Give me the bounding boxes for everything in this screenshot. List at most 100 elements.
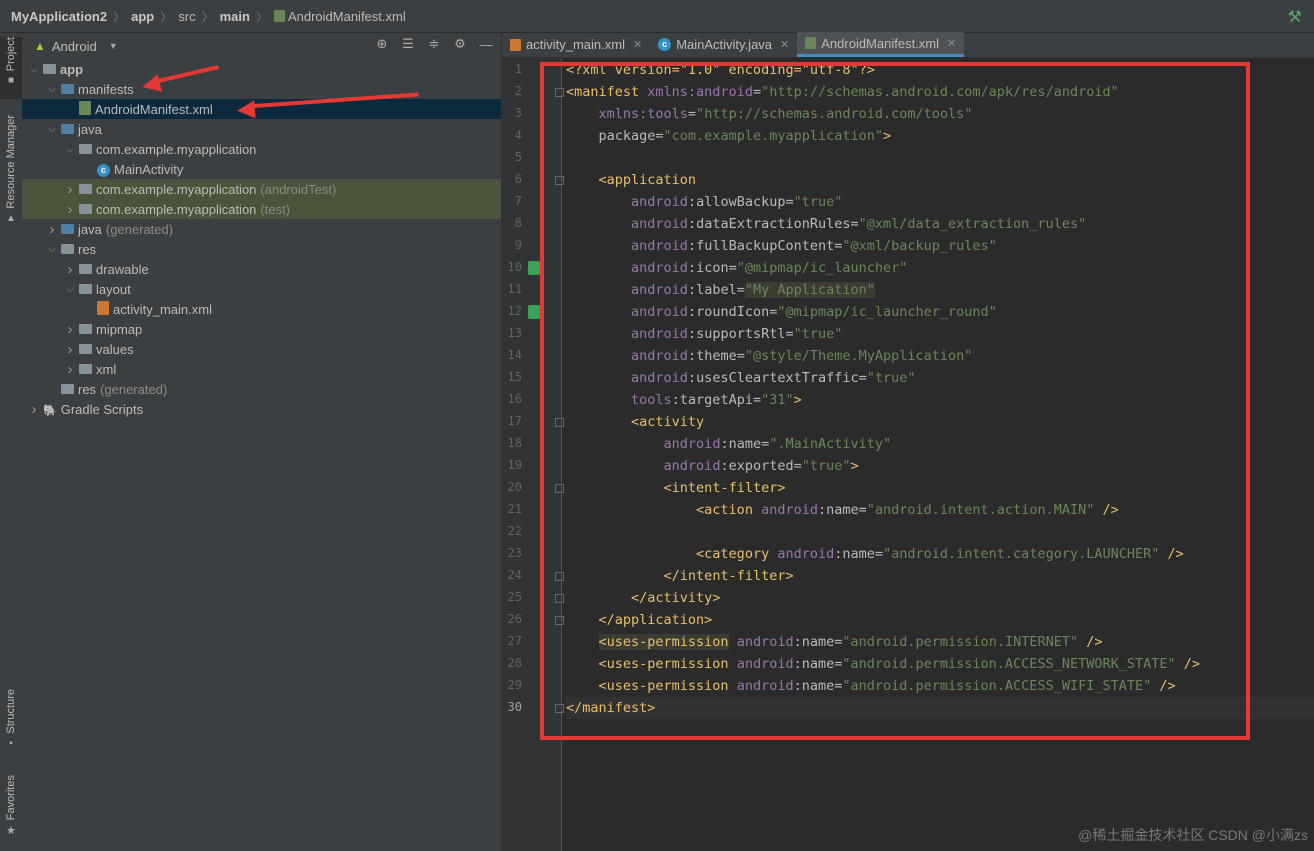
android-icon: ▲ bbox=[34, 39, 46, 53]
tree-item[interactable]: › com.example.myapplication (androidTest) bbox=[22, 179, 501, 199]
folder-icon bbox=[79, 262, 92, 277]
folder-icon bbox=[79, 182, 92, 197]
hide-panel-icon[interactable]: — bbox=[479, 37, 493, 52]
collapse-all-icon[interactable]: ≑ bbox=[427, 36, 441, 51]
layout-xml-icon bbox=[97, 300, 109, 318]
chevron-down-icon[interactable]: ⌵ bbox=[64, 144, 76, 155]
tab-android-manifest-xml[interactable]: AndroidManifest.xml ✕ bbox=[797, 32, 965, 57]
line-number: 1 bbox=[514, 62, 522, 76]
image-preview-icon[interactable] bbox=[528, 305, 540, 319]
left-tool-strip: Project ■ Resource Manager ▲ Structure ▪… bbox=[0, 33, 23, 851]
line-number: 20 bbox=[507, 480, 522, 494]
chevron-right-icon[interactable]: › bbox=[64, 321, 76, 338]
structure-icon: ▪ bbox=[9, 737, 13, 749]
tree-item-label: res bbox=[78, 381, 97, 397]
close-icon[interactable]: ✕ bbox=[947, 37, 956, 50]
tree-item-label: Gradle Scripts bbox=[60, 401, 144, 417]
breadcrumb-module[interactable]: app bbox=[131, 9, 154, 24]
watermark: @稀土掘金技术社区 CSDN @小满zs bbox=[1078, 827, 1308, 843]
line-number: 22 bbox=[507, 524, 522, 538]
source-folder-icon bbox=[61, 82, 74, 97]
tree-item[interactable]: › 🐘 Gradle Scripts bbox=[22, 399, 501, 419]
chevron-right-icon[interactable]: › bbox=[64, 201, 76, 218]
dropdown-arrow-icon[interactable]: ▼ bbox=[109, 41, 118, 51]
manifest-icon bbox=[273, 10, 285, 22]
chevron-right-icon[interactable]: › bbox=[64, 361, 76, 378]
close-icon[interactable]: ✕ bbox=[633, 38, 642, 51]
chevron-down-icon[interactable]: ⌵ bbox=[46, 244, 58, 255]
image-preview-icon[interactable] bbox=[528, 261, 540, 275]
breadcrumb-project[interactable]: MyApplication2 bbox=[11, 9, 107, 24]
tree-item[interactable]: c MainActivity bbox=[22, 159, 501, 179]
line-number: 30 bbox=[507, 700, 522, 714]
chevron-down-icon[interactable]: ⌵ bbox=[46, 84, 58, 95]
close-icon[interactable]: ✕ bbox=[780, 38, 789, 51]
tool-tab-structure[interactable]: Structure ▪ bbox=[0, 689, 22, 757]
tree-item[interactable]: res (generated) bbox=[22, 379, 501, 399]
breadcrumb-file[interactable]: AndroidManifest.xml bbox=[273, 8, 406, 24]
tool-tab-resource-manager-label: Resource Manager bbox=[5, 115, 17, 209]
tree-item-label: manifests bbox=[78, 81, 134, 97]
tree-item[interactable]: › mipmap bbox=[22, 319, 501, 339]
folder-icon bbox=[79, 142, 92, 157]
tree-item-label: drawable bbox=[96, 261, 149, 277]
tab-main-activity-java[interactable]: c MainActivity.java ✕ bbox=[650, 32, 797, 57]
tree-item[interactable]: › drawable bbox=[22, 259, 501, 279]
folder-icon bbox=[61, 242, 74, 257]
editor-tab-bar: activity_main.xml ✕ c MainActivity.java … bbox=[502, 32, 1314, 58]
tree-item[interactable]: › xml bbox=[22, 359, 501, 379]
tab-activity-main-xml[interactable]: activity_main.xml ✕ bbox=[502, 32, 650, 57]
highlight-box-annotation bbox=[540, 62, 1250, 740]
chevron-right-icon: 〉 bbox=[113, 9, 126, 24]
line-number: 25 bbox=[507, 590, 522, 604]
project-view-selector[interactable]: Android bbox=[52, 39, 97, 54]
chevron-down-icon[interactable]: ⌵ bbox=[46, 124, 58, 135]
tree-item[interactable]: › java (generated) bbox=[22, 219, 501, 239]
line-number: 13 bbox=[507, 326, 522, 340]
tree-item[interactable]: ⌵ java bbox=[22, 119, 501, 139]
tree-item-label: com.example.myapplication bbox=[96, 181, 257, 197]
breadcrumb-file-label: AndroidManifest.xml bbox=[287, 8, 406, 24]
tree-item[interactable]: ⌵ manifests bbox=[22, 79, 501, 99]
tree-item-label: java bbox=[78, 121, 102, 137]
tool-tab-favorites[interactable]: Favorites ★ bbox=[0, 775, 22, 845]
tree-item[interactable]: › values bbox=[22, 339, 501, 359]
chevron-down-icon[interactable]: ⌵ bbox=[28, 64, 40, 75]
arrowhead-icon bbox=[236, 100, 256, 120]
tab-label: activity_main.xml bbox=[526, 37, 625, 52]
tree-item-label: res bbox=[78, 241, 97, 257]
tree-item[interactable]: › com.example.myapplication (test) bbox=[22, 199, 501, 219]
tree-item[interactable]: ⌵ layout bbox=[22, 279, 501, 299]
chevron-right-icon[interactable]: › bbox=[28, 401, 40, 418]
tree-item-label: com.example.myapplication bbox=[96, 141, 257, 157]
tree-item[interactable]: ⌵ app bbox=[22, 59, 501, 79]
tree-item-label: mipmap bbox=[96, 321, 143, 337]
tree-item-suffix: (androidTest) bbox=[260, 181, 337, 197]
chevron-right-icon[interactable]: › bbox=[64, 261, 76, 278]
tree-item[interactable]: ⌵ com.example.myapplication bbox=[22, 139, 501, 159]
line-number: 7 bbox=[514, 194, 522, 208]
tree-item[interactable]: AndroidManifest.xml bbox=[22, 99, 501, 119]
gradle-icon: 🐘 bbox=[43, 404, 57, 417]
tree-item[interactable]: ⌵ res bbox=[22, 239, 501, 259]
chevron-down-icon[interactable]: ⌵ bbox=[64, 284, 76, 295]
expand-all-icon[interactable]: ☰ bbox=[401, 36, 415, 51]
line-number: 12 bbox=[507, 304, 522, 318]
chevron-right-icon[interactable]: › bbox=[46, 221, 58, 238]
gear-icon[interactable]: ⚙ bbox=[453, 36, 467, 51]
line-number: 6 bbox=[514, 172, 522, 186]
tool-tab-project[interactable]: Project ■ bbox=[0, 37, 22, 99]
folder-icon bbox=[79, 202, 92, 217]
line-number: 24 bbox=[507, 568, 522, 582]
line-number: 3 bbox=[514, 106, 522, 120]
breadcrumb-src[interactable]: src bbox=[178, 9, 195, 24]
chevron-right-icon[interactable]: › bbox=[64, 341, 76, 358]
locate-file-icon[interactable]: ⊕ bbox=[375, 36, 389, 51]
breadcrumb-main[interactable]: main bbox=[220, 9, 250, 24]
build-hammer-icon[interactable]: ⚒ bbox=[1288, 7, 1302, 27]
line-number: 8 bbox=[514, 216, 522, 230]
line-number: 19 bbox=[507, 458, 522, 472]
tool-tab-resource-manager[interactable]: Resource Manager ▲ bbox=[0, 115, 22, 235]
tree-item[interactable]: activity_main.xml bbox=[22, 299, 501, 319]
chevron-right-icon[interactable]: › bbox=[64, 181, 76, 198]
